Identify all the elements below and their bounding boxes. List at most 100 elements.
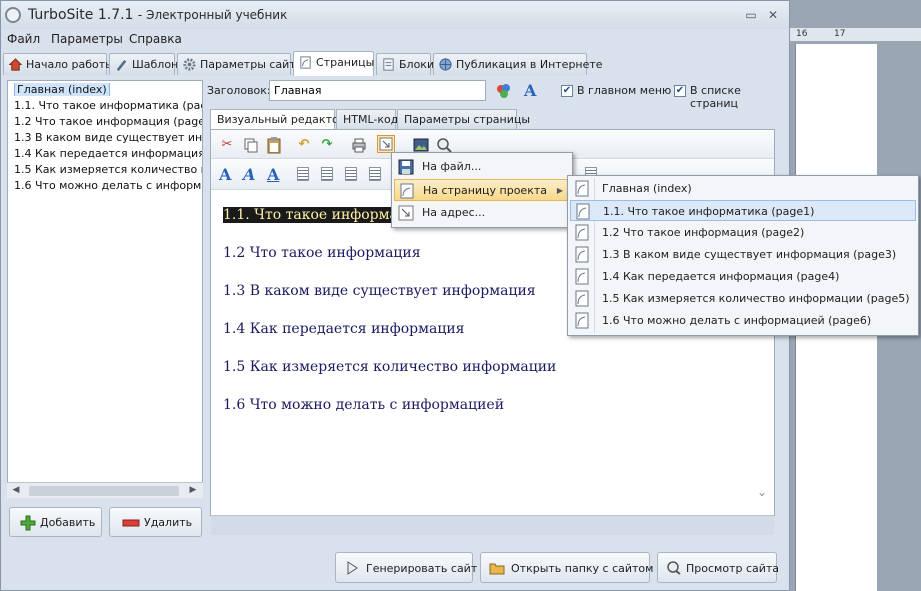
tab-visual-editor[interactable]: Визуальный редактор — [210, 109, 346, 129]
window-title: TurboSite 1.7.1 - Электронный учебник — [28, 7, 287, 23]
tab-label: Страницы — [316, 56, 375, 69]
tab-label: Публикация в Интернете — [456, 58, 603, 71]
align-right-icon[interactable] — [345, 167, 357, 181]
insert-link-icon[interactable] — [377, 135, 395, 153]
insert-image-icon[interactable] — [413, 137, 429, 153]
add-page-button[interactable]: Добавить — [9, 507, 102, 537]
link-arrow-icon — [398, 205, 414, 221]
scroll-right-icon[interactable]: ▶ — [187, 485, 199, 497]
scroll-down-icon[interactable]: ⌄ — [757, 485, 767, 499]
submenu-item[interactable]: 1.6 Что можно делать с информацией (page… — [570, 310, 916, 331]
doc-heading-6[interactable]: 1.6 Что можно делать с информацией — [223, 397, 504, 413]
submenu-item-label: Главная (index) — [602, 182, 692, 195]
tab-site-settings[interactable]: Параметры сайта — [177, 53, 302, 75]
menu-item-to-project-page[interactable]: На страницу проекта ▶ — [394, 179, 570, 201]
list-item[interactable]: 1.6 Что можно делать с информацией (page… — [14, 179, 202, 192]
submenu-item-label: 1.6 Что можно делать с информацией (page… — [602, 314, 872, 327]
font-underline-icon[interactable]: A — [267, 165, 279, 184]
print-icon[interactable] — [351, 137, 367, 153]
menu-settings[interactable]: Параметры — [51, 32, 123, 46]
app-logo-icon — [5, 7, 21, 23]
delete-page-button[interactable]: Удалить — [109, 507, 202, 537]
list-item[interactable]: 1.2 Что такое информация (page2) — [14, 115, 202, 128]
submenu-item[interactable]: Главная (index) — [570, 178, 916, 199]
menu-item-to-file[interactable]: На файл... — [394, 156, 570, 178]
pages-list-checkbox[interactable]: ✔ — [674, 85, 686, 97]
submenu-item[interactable]: 1.2 Что такое информация (page2) — [570, 222, 916, 243]
scrollbar-thumb[interactable] — [29, 486, 179, 496]
cut-icon[interactable]: ✂ — [218, 136, 236, 154]
home-icon — [8, 58, 23, 71]
close-button[interactable]: ✕ — [766, 9, 780, 21]
tab-pages[interactable]: Страницы — [293, 51, 374, 76]
submenu-item-label: 1.1. Что такое информатика (page1) — [603, 205, 815, 218]
doc-heading-2[interactable]: 1.2 Что такое информация — [223, 245, 421, 261]
doc-heading-4[interactable]: 1.4 Как передается информация — [223, 321, 465, 337]
tab-template[interactable]: Шаблон — [109, 53, 178, 75]
doc-heading-3[interactable]: 1.3 В каком виде существует информация — [223, 283, 536, 299]
page-icon — [300, 56, 311, 69]
title-field-label: Заголовок: — [207, 84, 271, 97]
project-pages-submenu: Главная (index) 1.1. Что такое информати… — [567, 175, 919, 336]
paste-icon[interactable] — [266, 136, 282, 154]
doc-heading-5[interactable]: 1.5 Как измеряется количество информации — [223, 359, 556, 375]
plus-icon — [20, 515, 36, 531]
list-item[interactable]: Главная (index) — [14, 83, 202, 96]
tab-start[interactable]: Начало работы — [3, 53, 114, 75]
submenu-item[interactable]: 1.3 В каком виде существует информация (… — [570, 244, 916, 265]
ruler-mark: 17 — [834, 29, 846, 39]
page-icon — [575, 224, 589, 241]
delete-button-label: Удалить — [144, 516, 193, 529]
copy-icon[interactable] — [243, 137, 259, 153]
font-italic-icon[interactable]: A — [243, 165, 255, 184]
menu-help[interactable]: Справка — [129, 32, 182, 46]
generate-site-button[interactable]: Генерировать сайт — [335, 552, 477, 583]
palette-icon[interactable] — [495, 82, 513, 100]
maximize-button[interactable]: ▭ — [744, 9, 758, 21]
list-item-label: Главная (index) — [14, 83, 110, 96]
font-a-icon[interactable]: A — [219, 165, 231, 184]
title-bar: TurboSite 1.7.1 - Электронный учебник ▭ … — [1, 1, 789, 29]
page-icon — [575, 246, 589, 263]
redo-icon[interactable]: ↷ — [318, 136, 336, 154]
list-item[interactable]: 1.5 Как измеряется количество информации… — [14, 163, 202, 176]
align-center-icon[interactable] — [321, 167, 333, 181]
brush-icon — [116, 59, 127, 72]
magnifier-icon — [667, 561, 681, 575]
tab-html-code[interactable]: HTML-код — [336, 109, 398, 129]
editor-scrollbar[interactable] — [211, 515, 774, 535]
align-left-icon[interactable] — [297, 167, 309, 181]
undo-icon[interactable]: ↶ — [295, 136, 313, 154]
horizontal-scrollbar[interactable]: ◀ ▶ — [7, 482, 203, 498]
globe-icon — [439, 58, 452, 71]
submenu-item[interactable]: 1.5 Как измеряется количество информации… — [570, 288, 916, 309]
generate-label: Генерировать сайт — [366, 562, 478, 575]
submenu-item[interactable]: 1.4 Как передается информация (page4) — [570, 266, 916, 287]
menu-file[interactable]: Файл — [7, 32, 40, 46]
list-item[interactable]: 1.4 Как передается информация (page4) — [14, 147, 202, 160]
list-item[interactable]: 1.1. Что такое информатика (page1) — [14, 99, 202, 112]
tab-page-params[interactable]: Параметры страницы — [397, 109, 530, 129]
main-menu-checkbox[interactable]: ✔ — [561, 85, 573, 97]
tab-label: Параметры сайта — [200, 58, 303, 71]
tab-publish[interactable]: Публикация в Интернете — [433, 53, 603, 75]
tab-blocks[interactable]: Блоки — [376, 53, 435, 75]
scroll-left-icon[interactable]: ◀ — [10, 485, 22, 497]
pages-list-label: В списке страниц — [690, 84, 741, 110]
submenu-item-label: 1.4 Как передается информация (page4) — [602, 270, 840, 283]
submenu-item[interactable]: 1.1. Что такое информатика (page1) — [570, 200, 916, 221]
document-ruler: 16 17 — [790, 28, 921, 42]
align-justify-icon[interactable] — [369, 167, 381, 181]
play-icon — [347, 561, 358, 575]
preview-label: Просмотр сайта — [686, 562, 780, 575]
font-style-icon[interactable]: A — [524, 81, 536, 100]
preview-site-button[interactable]: Просмотр сайта — [657, 552, 780, 583]
zoom-icon[interactable] — [436, 137, 452, 153]
tab-label: Блоки — [399, 58, 435, 71]
open-folder-button[interactable]: Открыть папку с сайтом — [480, 552, 653, 583]
folder-icon — [489, 563, 505, 575]
menu-item-label: На файл... — [422, 160, 482, 173]
list-item[interactable]: 1.3 В каком виде существует информация (… — [14, 131, 202, 144]
menu-item-to-address[interactable]: На адрес... — [394, 202, 570, 224]
title-input[interactable] — [269, 80, 486, 101]
